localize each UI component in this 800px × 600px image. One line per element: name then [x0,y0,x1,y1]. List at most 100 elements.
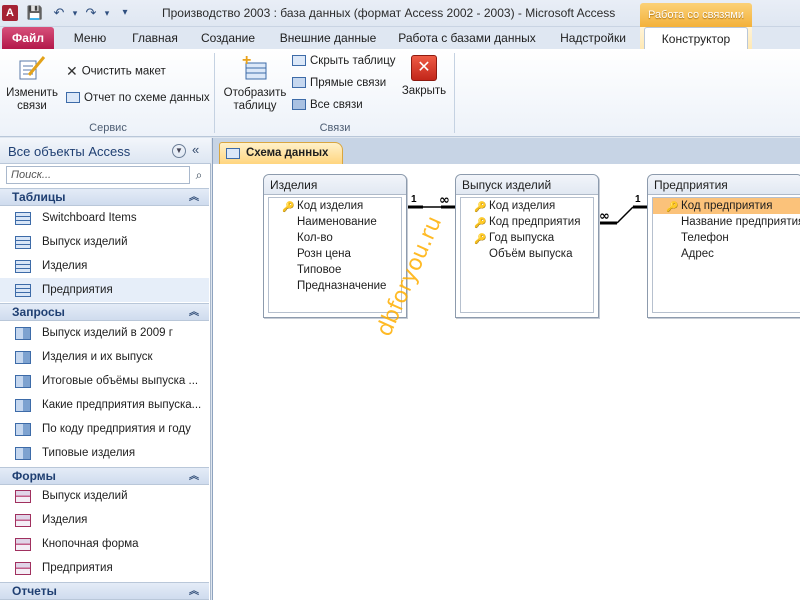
nav-item-query[interactable]: По коду предприятия и году [0,417,209,441]
nav-item-query[interactable]: Итоговые объёмы выпуска ... [0,369,209,393]
edit-links-icon [19,56,46,80]
close-button[interactable]: ✕ Закрыть [398,53,450,98]
direct-links-button[interactable]: Прямые связи [292,77,386,89]
save-icon[interactable]: 💾 [26,4,44,22]
document-area: Схема данных 1 ∞ ∞ 1 Изделия 🔑 Код издел… [212,138,800,600]
collapse-section-icon[interactable]: ︽ [189,304,199,321]
query-icon [15,447,31,460]
relation-one-label: 1 [635,194,641,205]
direct-links-icon [292,77,306,89]
table-window-enterprises[interactable]: Предприятия 🔑 Код предприятия Название пр… [647,174,800,318]
field-row[interactable]: 🔑 Год выпуска [461,230,593,246]
nav-item-label: Switchboard Items [42,212,137,224]
nav-item-label: По коду предприятия и году [42,423,191,435]
customize-quick-access-icon[interactable]: ▾ [116,4,134,22]
field-name: Код изделия [297,200,364,212]
query-icon [15,351,31,364]
nav-item-table[interactable]: Предприятия [0,278,209,302]
field-row[interactable]: Предназначение [269,278,401,294]
table-window-products[interactable]: Изделия 🔑 Код изделия Наименование Кол-во… [263,174,407,318]
tab-file[interactable]: Файл [2,27,54,49]
tab-database-tools[interactable]: Работа с базами данных [392,27,542,49]
nav-item-form[interactable]: Предприятия [0,556,209,580]
nav-menu-icon[interactable]: ▼ [172,144,186,158]
nav-section-tables[interactable]: Таблицы ︽ [0,188,209,206]
nav-item-table[interactable]: Switchboard Items [0,206,209,230]
collapse-section-icon[interactable]: ︽ [189,189,199,206]
field-row[interactable]: Кол-во [269,230,401,246]
field-row[interactable]: Телефон [653,230,800,246]
show-table-button[interactable]: + Отобразить таблицу [220,52,290,113]
nav-item-query[interactable]: Какие предприятия выпуска... [0,393,209,417]
tab-external-data[interactable]: Внешние данные [272,27,384,49]
search-input[interactable]: Поиск... [6,166,190,184]
tab-create[interactable]: Создание [194,27,262,49]
nav-item-query[interactable]: Типовые изделия [0,441,209,465]
field-row[interactable]: Название предприятия [653,214,800,230]
relation-one-label: 1 [411,194,417,205]
tab-design[interactable]: Конструктор [644,27,748,50]
field-name: Год выпуска [489,232,555,244]
field-name: Розн цена [297,248,351,260]
nav-item-label: Кнопочная форма [42,538,139,550]
table-window-title[interactable]: Предприятия [648,175,800,195]
tab-addins[interactable]: Надстройки [552,27,634,49]
field-row[interactable]: Наименование [269,214,401,230]
query-icon [15,327,31,340]
nav-item-query[interactable]: Выпуск изделий в 2009 г [0,321,209,345]
report-icon [66,92,80,104]
field-row-selected[interactable]: 🔑 Код предприятия [653,198,800,214]
field-name: Кол-во [297,232,333,244]
nav-section-reports[interactable]: Отчеты ︽ [0,582,209,600]
clear-layout-button[interactable]: ✕ Очистить макет [66,63,166,80]
report-button[interactable]: Отчет по схеме данных [66,92,210,104]
nav-section-forms[interactable]: Формы ︽ [0,467,209,485]
document-tab-relationships[interactable]: Схема данных [219,142,344,164]
nav-item-label: Выпуск изделий [42,490,128,502]
field-row[interactable]: Типовое [269,262,401,278]
tab-home[interactable]: Главная [124,27,186,49]
table-window-title[interactable]: Изделия [264,175,406,195]
field-row[interactable]: Адрес [653,246,800,262]
table-icon [15,236,31,249]
all-links-button[interactable]: Все связи [292,99,363,111]
collapse-section-icon[interactable]: ︽ [189,468,199,485]
nav-item-query[interactable]: Изделия и их выпуск [0,345,209,369]
nav-item-label: Типовые изделия [42,447,136,459]
table-icon [15,284,31,297]
nav-section-queries[interactable]: Запросы ︽ [0,303,209,321]
field-row[interactable]: 🔑 Код предприятия [461,214,593,230]
field-name: Код предприятия [489,216,581,228]
nav-section-forms-label: Формы [12,469,56,483]
nav-item-form[interactable]: Изделия [0,508,209,532]
window-title: Производство 2003 : база данных (формат … [162,6,616,20]
table-window-production[interactable]: Выпуск изделий 🔑 Код изделия 🔑 Код предпри… [455,174,599,318]
form-icon [15,514,31,527]
nav-item-label: Предприятия [42,562,113,574]
context-tab-header: Работа со связями [640,3,752,27]
close-label: Закрыть [401,85,447,97]
title-bar: A 💾 ↶ ▾ ↷ ▾ ▾ Производство 2003 : база д… [0,0,800,27]
edit-links-button[interactable]: Изменить связи [4,53,60,113]
all-links-label: Все связи [310,99,363,111]
field-row[interactable]: Розн цена [269,246,401,262]
search-icon[interactable]: ⌕ [191,166,207,184]
collapse-pane-icon[interactable]: « [192,142,199,157]
table-window-title[interactable]: Выпуск изделий [456,175,598,195]
field-row[interactable]: Объём выпуска [461,246,593,262]
field-row[interactable]: 🔑 Код изделия [269,198,401,214]
nav-item-form[interactable]: Выпуск изделий [0,484,209,508]
hide-table-button[interactable]: Скрыть таблицу [292,55,396,67]
field-list: 🔑 Код предприятия Название предприятия Те… [652,197,800,313]
nav-item-table[interactable]: Изделия [0,254,209,278]
redo-dropdown-icon[interactable]: ▾ [98,4,116,22]
nav-header[interactable]: Все объекты Access ▼ « [0,138,211,164]
nav-item-form[interactable]: Кнопочная форма [0,532,209,556]
relationships-canvas[interactable]: 1 ∞ ∞ 1 Изделия 🔑 Код изделия Наименовани… [213,164,800,600]
nav-item-table[interactable]: Выпуск изделий [0,230,209,254]
field-row[interactable]: 🔑 Код изделия [461,198,593,214]
access-app-icon[interactable]: A [2,5,18,21]
collapse-section-icon[interactable]: ︽ [189,583,199,600]
close-icon: ✕ [411,55,437,81]
tab-menu[interactable]: Меню [64,27,116,49]
